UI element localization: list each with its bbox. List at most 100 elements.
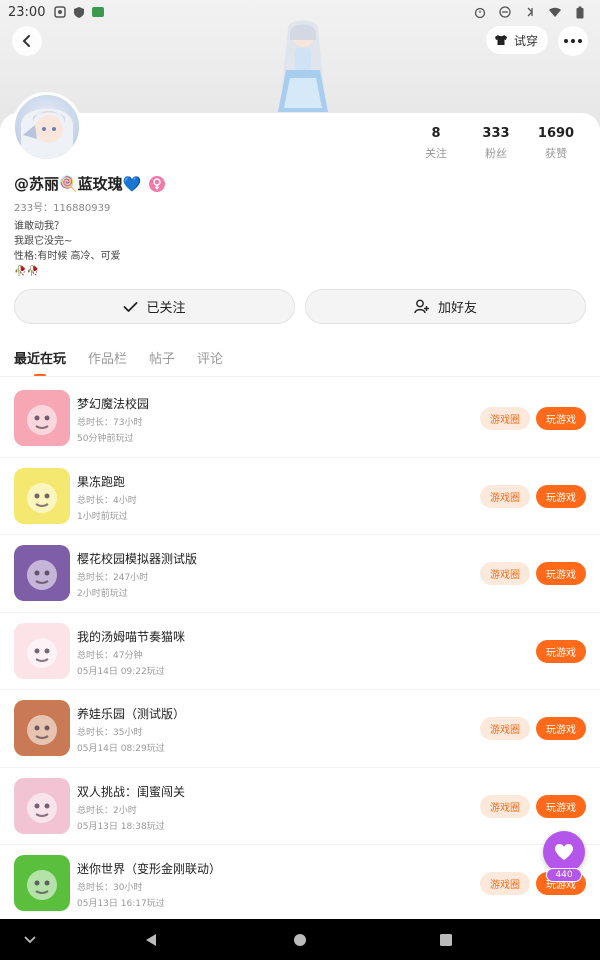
game-duration: 总时长：2小时 (77, 805, 137, 816)
stat-fans-count: 333 (482, 126, 510, 141)
tab-comments[interactable]: 评论 (197, 348, 223, 377)
bio: 谁敢动我？ 我跟它没完~ 性格:有时候 高冷、可爱 🥀🥀 (14, 219, 121, 279)
game-list-item[interactable]: 双人挑战：闺蜜闯关总时长：2小时 05月13日 18:38玩过 游戏圈 玩游戏 (0, 768, 600, 845)
game-list-item[interactable]: 果冻跑跑总时长：4小时 1小时前玩过 游戏圈 玩游戏 (0, 458, 600, 535)
game-last-played: 1小时前玩过 (77, 511, 128, 522)
vibrate-icon (523, 6, 536, 19)
home-circle-icon (294, 934, 306, 946)
status-time: 23:00 (8, 4, 46, 20)
play-game-button[interactable]: 玩游戏 (536, 562, 586, 585)
game-circle-button[interactable]: 游戏圈 (480, 484, 530, 508)
try-on-button[interactable]: 试穿 (485, 26, 548, 54)
game-name: 双人挑战：闺蜜闯关 (77, 784, 186, 799)
try-on-label: 试穿 (513, 33, 538, 48)
game-duration: 总时长：73小时 (77, 418, 143, 428)
nav-back-button[interactable] (140, 929, 162, 951)
tab-posts[interactable]: 帖子 (149, 348, 175, 377)
stat-likes[interactable]: 1690 获赞 (526, 126, 586, 161)
nav-collapse-button[interactable] (19, 929, 41, 951)
shirt-icon (494, 35, 507, 45)
game-duration: 总时长：35小时 (77, 728, 143, 738)
game-last-played: 2小时前玩过 (77, 589, 128, 599)
nav-home-button[interactable] (289, 929, 311, 951)
bio-line: 性格:有时候 高冷、可爱 (14, 251, 121, 262)
stat-following[interactable]: 8 关注 (406, 126, 466, 161)
play-game-button[interactable]: 玩游戏 (536, 639, 586, 663)
game-list-item[interactable]: 樱花校园模拟器测试版 总时长：247小时 2小时前玩过 游戏圈 玩游戏 (0, 535, 600, 613)
game-last-played: 50分钟前玩过 (77, 434, 134, 444)
heart-icon (555, 844, 573, 860)
play-game-button[interactable]: 玩游戏 (536, 717, 586, 740)
game-circle-button[interactable]: 游戏圈 (480, 717, 530, 740)
nav-recents-button[interactable] (435, 929, 457, 951)
game-list-item[interactable]: 迷你世界（变形金刚联动） 总时长：30小时 05月13日 16:17玩过 游戏圈 玩游戏 (0, 845, 600, 923)
game-circle-button[interactable]: 游戏圈 (480, 562, 530, 585)
followed-button[interactable]: 已关注 (14, 289, 295, 324)
game-last-played: 05月13日 18:38玩过 (77, 821, 165, 832)
navigation-bar (0, 919, 600, 960)
play-game-button[interactable]: 玩游戏 (536, 794, 586, 818)
game-circle-button[interactable]: 游戏圈 (480, 872, 530, 895)
play-game-button[interactable]: 玩游戏 (536, 407, 586, 430)
tom-cat-icon[interactable] (14, 622, 70, 679)
game-name: 我的汤姆喵节奏猫咪 (77, 629, 186, 644)
stat-fans-label: 粉丝 (485, 147, 507, 160)
bestie-challenge-icon[interactable] (14, 777, 70, 834)
game-list: 梦幻魔法校园 总时长：73小时 50分钟前玩过 游戏圈 玩游戏 果冻跑跑 总时长：4小时 1小… (0, 380, 600, 923)
game-list-item[interactable]: 我的汤姆喵节奏猫咪总时长：47分钟 05月14日 09:22玩过 玩游戏 (0, 613, 600, 690)
magic-school-icon[interactable] (14, 390, 70, 446)
game-name: 迷你世界（变形金刚联动） (77, 862, 222, 876)
game-last-played: 05月13日 16:17玩过 (77, 899, 165, 909)
chevron-left-icon (22, 35, 30, 47)
game-list-item[interactable]: 养娃乐园（测试版） 总时长：35小时 05月14日 08:29玩过 游戏圈 玩游戏 (0, 690, 600, 768)
shield-icon (72, 6, 85, 19)
female-gender-icon (149, 175, 166, 192)
character-figure[interactable] (270, 18, 336, 118)
notification-icon (53, 6, 66, 19)
stat-likes-count: 1690 (537, 126, 575, 141)
game-name: 果冻跑跑 (77, 474, 126, 489)
game-last-played: 05月14日 08:29玩过 (77, 744, 165, 754)
stat-fans[interactable]: 333 粉丝 (466, 126, 526, 161)
like-count: 440 (546, 868, 582, 882)
add-friend-label: 加好友 (437, 301, 477, 316)
add-user-icon (414, 299, 429, 314)
sakura-school-icon[interactable] (14, 545, 70, 601)
game-duration: 总时长：247小时 (77, 573, 149, 583)
alarm-icon (473, 6, 486, 19)
username: @苏丽🍭蓝玫瑰💙 (14, 175, 142, 193)
like-button[interactable] (543, 831, 585, 873)
bio-line: 我跟它没完~ (14, 236, 73, 247)
more-button[interactable] (558, 26, 588, 56)
stat-likes-label: 获赞 (545, 147, 567, 160)
followed-label: 已关注 (146, 301, 186, 316)
jelly-run-icon[interactable] (14, 467, 70, 524)
status-bar: 23:00 (0, 0, 600, 24)
status-right (473, 6, 592, 19)
profile-avatar[interactable] (12, 92, 82, 162)
mini-world-icon[interactable] (14, 855, 70, 911)
game-list-item[interactable]: 梦幻魔法校园 总时长：73小时 50分钟前玩过 游戏圈 玩游戏 (0, 380, 600, 458)
play-game-button[interactable]: 玩游戏 (536, 484, 586, 508)
recents-square-icon (440, 934, 452, 946)
user-id: 233号：116880939 (14, 203, 111, 214)
baby-park-icon[interactable] (14, 700, 70, 756)
stat-following-count: 8 (431, 126, 441, 141)
game-circle-button[interactable]: 游戏圈 (480, 407, 530, 430)
action-buttons: 已关注 加好友 (14, 289, 586, 324)
username-row: @苏丽🍭蓝玫瑰💙 (14, 173, 166, 194)
add-friend-button[interactable]: 加好友 (305, 289, 586, 324)
tab-works[interactable]: 作品栏 (88, 348, 127, 377)
game-duration: 总时长：4小时 (77, 495, 137, 506)
checkmark-icon (124, 301, 138, 312)
stat-following-label: 关注 (425, 147, 447, 160)
back-button[interactable] (12, 26, 42, 56)
tab-recently-played[interactable]: 最近在玩 (14, 348, 66, 377)
game-circle-button[interactable]: 游戏圈 (480, 794, 530, 818)
bio-line: 谁敢动我？ (14, 221, 64, 232)
app-icon (91, 6, 104, 19)
game-duration: 总时长：47分钟 (77, 650, 143, 661)
game-last-played: 05月14日 09:22玩过 (77, 666, 165, 677)
chevron-down-icon (24, 936, 36, 944)
game-name: 养娃乐园（测试版） (77, 707, 186, 721)
